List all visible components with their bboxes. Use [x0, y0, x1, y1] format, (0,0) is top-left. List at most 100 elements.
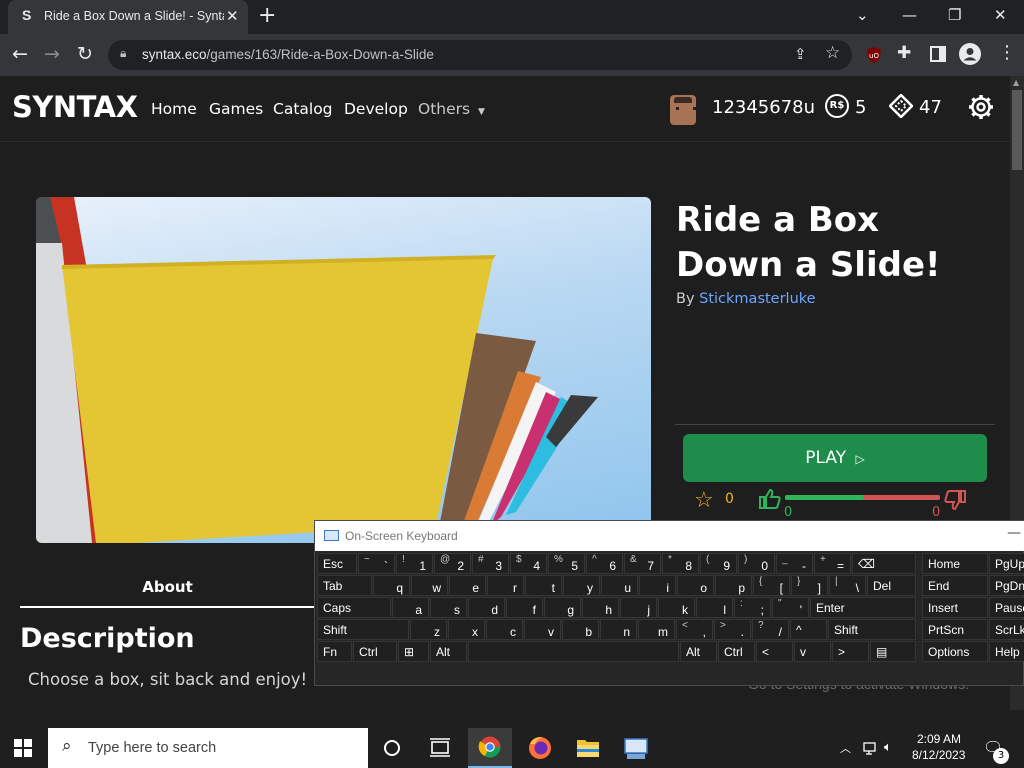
avatar[interactable]: [670, 95, 696, 125]
file-explorer-taskbar-icon[interactable]: [566, 728, 610, 768]
tab-search-icon[interactable]: ⌄: [856, 6, 869, 24]
key-0[interactable]: ) 0: [738, 553, 775, 574]
extensions-icon[interactable]: ✚: [897, 43, 911, 63]
key-end[interactable]: End: [922, 575, 988, 596]
taskbar-search-box[interactable]: ⌕ Type here to search: [48, 728, 368, 768]
window-close-icon[interactable]: ✕: [994, 6, 1007, 24]
key-w[interactable]: w: [411, 575, 448, 596]
key-prtscn[interactable]: PrtScn: [922, 619, 988, 640]
scroll-up-icon[interactable]: ▲: [1013, 78, 1019, 87]
key-9[interactable]: (9: [700, 553, 737, 574]
key-o[interactable]: o: [677, 575, 714, 596]
lock-icon[interactable]: 🔒︎: [120, 46, 130, 60]
firefox-taskbar-icon[interactable]: [518, 728, 562, 768]
windows-start-icon[interactable]: [14, 739, 32, 757]
tray-chevron-icon[interactable]: ︿: [840, 740, 851, 756]
cortana-icon[interactable]: [370, 728, 414, 768]
key-ctrl-left[interactable]: Ctrl: [353, 641, 397, 662]
windows-key-icon[interactable]: ⊞: [398, 641, 429, 662]
game-thumbnail[interactable]: [36, 197, 651, 543]
key-5[interactable]: % 5: [548, 553, 585, 574]
robux-count[interactable]: 5: [855, 97, 866, 118]
key-h[interactable]: h: [582, 597, 619, 618]
back-icon[interactable]: ←: [12, 43, 28, 65]
key-4[interactable]: $4: [510, 553, 547, 574]
key-del[interactable]: Del: [867, 575, 916, 596]
osk-taskbar-icon[interactable]: [614, 728, 658, 768]
new-tab-icon[interactable]: +: [258, 3, 276, 28]
username[interactable]: 12345678u: [712, 97, 815, 118]
key-p[interactable]: p: [715, 575, 752, 596]
key-equals[interactable]: + =: [814, 553, 851, 574]
tab-close-icon[interactable]: ✕: [226, 7, 239, 25]
key-n[interactable]: n: [600, 619, 637, 640]
minimize-icon[interactable]: —: [902, 6, 917, 24]
menu-key-icon[interactable]: ▤: [870, 641, 916, 662]
share-icon[interactable]: ⇪: [794, 45, 807, 63]
key-pgdn[interactable]: PgDn: [989, 575, 1024, 596]
arrow-left-key-icon[interactable]: <: [756, 641, 793, 662]
forward-icon[interactable]: →: [44, 43, 60, 65]
arrow-up-key-icon[interactable]: ^: [790, 619, 827, 640]
thumbs-down-icon[interactable]: [943, 489, 967, 511]
ublock-icon[interactable]: uO: [866, 46, 882, 64]
key-help[interactable]: Help: [989, 641, 1024, 662]
key-s[interactable]: s: [430, 597, 467, 618]
key-space[interactable]: [468, 641, 679, 662]
key-a[interactable]: a: [392, 597, 429, 618]
thumbs-up-icon[interactable]: [758, 488, 782, 510]
key-enter[interactable]: Enter: [810, 597, 916, 618]
tab-about[interactable]: About: [20, 567, 315, 608]
key-t[interactable]: t: [525, 575, 562, 596]
key-semicolon[interactable]: :;: [734, 597, 771, 618]
browser-menu-icon[interactable]: ⋮: [998, 42, 1016, 63]
key-rbracket[interactable]: }]: [791, 575, 828, 596]
key-u[interactable]: u: [601, 575, 638, 596]
osk-minimize-icon[interactable]: —: [1007, 525, 1021, 541]
key-3[interactable]: #3: [472, 553, 509, 574]
key-options[interactable]: Options: [922, 641, 988, 662]
key-y[interactable]: y: [563, 575, 600, 596]
volume-icon[interactable]: 🔈︎: [884, 740, 892, 755]
key-period[interactable]: >.: [714, 619, 751, 640]
osk-titlebar[interactable]: On-Screen Keyboard —: [315, 521, 1024, 551]
reload-icon[interactable]: ↻: [77, 43, 93, 65]
key-l[interactable]: l: [696, 597, 733, 618]
clock-time[interactable]: 2:09 AM: [917, 732, 961, 746]
key-scrlk[interactable]: ScrLk: [989, 619, 1024, 640]
key-6[interactable]: ^ 6: [586, 553, 623, 574]
nav-catalog[interactable]: Catalog: [273, 100, 333, 118]
key-shift-left[interactable]: Shift: [317, 619, 409, 640]
browser-tab[interactable]: S Ride a Box Down a Slide! - Syntax ✕: [8, 0, 248, 34]
chrome-taskbar-icon[interactable]: [468, 728, 512, 768]
key-e[interactable]: e: [449, 575, 486, 596]
nav-others[interactable]: Others ▼: [418, 100, 485, 118]
clock-date[interactable]: 8/12/2023: [912, 748, 965, 762]
key-tab[interactable]: Tab: [317, 575, 372, 596]
address-url[interactable]: syntax.eco/games/163/Ride-a-Box-Down-a-S…: [142, 47, 434, 62]
key-b[interactable]: b: [562, 619, 599, 640]
favorite-star-icon[interactable]: ☆: [694, 488, 714, 513]
tix-count[interactable]: 47: [919, 97, 942, 118]
key-quote[interactable]: " ': [772, 597, 809, 618]
site-logo[interactable]: SYNTAX: [12, 90, 138, 124]
address-bar[interactable]: 🔒︎ syntax.eco/games/163/Ride-a-Box-Down-…: [108, 40, 852, 70]
key-esc[interactable]: Esc: [317, 553, 357, 574]
settings-gear-icon[interactable]: [968, 94, 994, 120]
key-tilde[interactable]: ~ `: [358, 553, 395, 574]
restore-icon[interactable]: ❐: [948, 6, 961, 24]
key-insert[interactable]: Insert: [922, 597, 988, 618]
key-1[interactable]: ! 1: [396, 553, 433, 574]
key-f[interactable]: f: [506, 597, 543, 618]
robux-icon[interactable]: R$: [825, 94, 849, 118]
key-backslash[interactable]: | \: [829, 575, 866, 596]
key-comma[interactable]: <,: [676, 619, 713, 640]
nav-home[interactable]: Home: [151, 100, 197, 118]
key-v[interactable]: v: [524, 619, 561, 640]
key-g[interactable]: g: [544, 597, 581, 618]
key-fn[interactable]: Fn: [317, 641, 352, 662]
key-z[interactable]: z: [410, 619, 447, 640]
task-view-icon[interactable]: [418, 728, 462, 768]
key-alt-right[interactable]: Alt: [680, 641, 717, 662]
key-minus[interactable]: _ -: [776, 553, 813, 574]
